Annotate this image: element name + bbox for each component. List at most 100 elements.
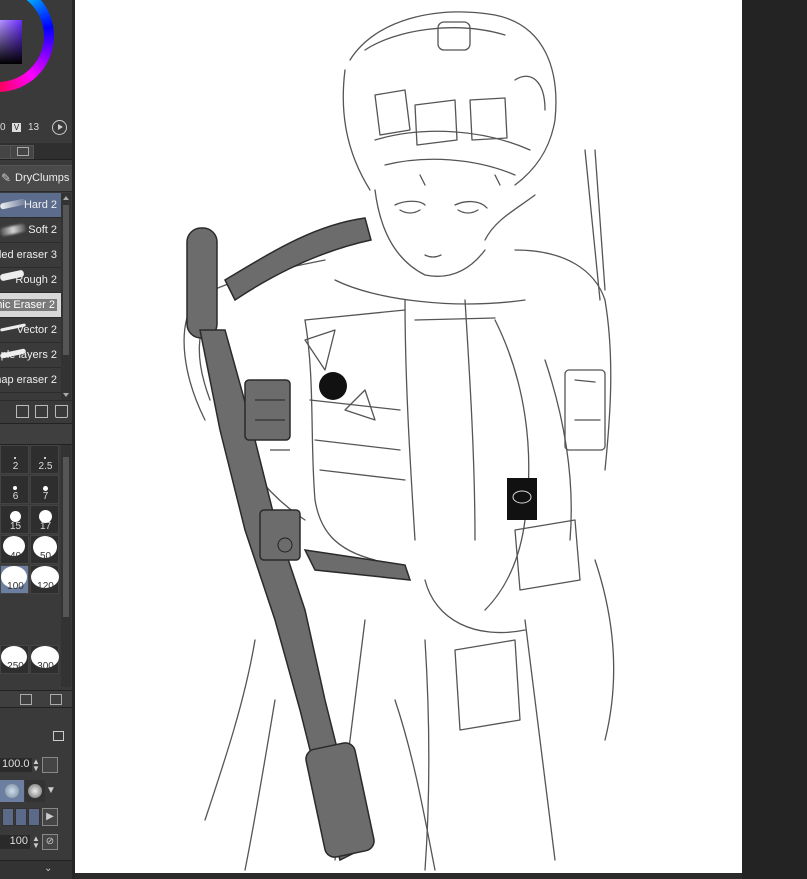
property-view-icon[interactable] xyxy=(20,694,32,705)
brush-preview-icon xyxy=(0,198,27,210)
brush-actions xyxy=(0,400,72,421)
brush-name: Soft 2 xyxy=(28,224,57,236)
sub-tool-header[interactable]: ✎ DryClumps xyxy=(0,165,72,192)
brush-size-cell[interactable]: 100 xyxy=(0,565,29,594)
scroll-up-icon[interactable] xyxy=(63,196,69,200)
brush-tip-preview-icon xyxy=(5,784,19,798)
color-values-row: 0 V 13 xyxy=(0,120,72,136)
panel-tab-strip xyxy=(0,143,72,160)
brush-name: iple layers 2 xyxy=(0,349,57,361)
tool-property-bar xyxy=(0,690,72,708)
size-label: 15 xyxy=(9,521,22,532)
left-tool-panel: 0 V 13 ✎ DryClumps Hard 2 Soft 2 ded era… xyxy=(0,0,72,879)
brush-name: nap eraser 2 xyxy=(0,374,57,386)
density-row: 100 ▲ ▼ ⊘ xyxy=(0,832,72,852)
duplicate-brush-icon[interactable] xyxy=(35,405,48,418)
size-label: 2 xyxy=(12,461,19,472)
size-label: 17 xyxy=(39,521,52,532)
canvas-workspace[interactable] xyxy=(75,0,807,879)
opacity-input[interactable]: 100.0 xyxy=(0,758,32,772)
size-label: 40 xyxy=(9,551,22,562)
brush-size-cell[interactable]: 40 xyxy=(0,535,29,564)
saturation-value-square[interactable] xyxy=(0,20,22,64)
workspace-right-margin xyxy=(742,0,807,879)
spinner-icon[interactable]: ▲ ▼ xyxy=(32,758,40,773)
size-label: 6 xyxy=(12,491,19,502)
brush-item[interactable]: Vector 2 xyxy=(0,318,61,343)
size-label: 7 xyxy=(42,491,49,502)
brush-size-cell[interactable]: 17 xyxy=(30,505,59,534)
chevron-down-icon[interactable]: ▼ xyxy=(46,780,56,802)
brush-item[interactable]: iple layers 2 xyxy=(0,343,61,368)
hue-value: 0 xyxy=(0,122,6,133)
size-label: 250 xyxy=(7,661,24,672)
color-wheel[interactable] xyxy=(0,0,72,120)
texture-swatch[interactable] xyxy=(15,808,27,826)
brush-item[interactable]: nap eraser 2 xyxy=(0,368,61,393)
brush-size-scrollbar[interactable] xyxy=(61,445,71,687)
import-brush-icon[interactable] xyxy=(16,405,29,418)
value-number: 13 xyxy=(28,122,40,133)
panel-footer: ⌄ xyxy=(0,860,72,879)
texture-swatch[interactable] xyxy=(2,808,14,826)
brush-item[interactable]: Soft 2 xyxy=(0,218,61,243)
size-dot xyxy=(44,457,46,459)
brush-list: Hard 2 Soft 2 ded eraser 3 Rough 2 mic E… xyxy=(0,193,61,400)
brush-size-cell[interactable]: 300 xyxy=(30,645,59,674)
sub-tool-name: DryClumps xyxy=(15,172,70,184)
panel-tab[interactable] xyxy=(10,145,34,159)
density-input[interactable]: 100 xyxy=(0,835,30,849)
brush-name: ded eraser 3 xyxy=(0,249,57,261)
property-settings-icon[interactable] xyxy=(50,694,62,705)
spinner-icon[interactable]: ▲ ▼ xyxy=(32,835,40,850)
pencil-icon: ✎ xyxy=(1,171,12,185)
brush-name: Rough 2 xyxy=(15,274,57,286)
brush-name: Vector 2 xyxy=(16,324,57,336)
scroll-thumb[interactable] xyxy=(63,457,69,617)
texture-swatch[interactable] xyxy=(28,808,40,826)
size-label: 2.5 xyxy=(38,461,53,472)
v-badge: V xyxy=(12,123,21,132)
brush-size-cell[interactable]: 120 xyxy=(30,565,59,594)
brush-tip-circle[interactable] xyxy=(0,780,24,802)
brush-tip-row: ▼ xyxy=(0,780,72,802)
brush-name: mic Eraser 2 xyxy=(0,299,57,311)
opacity-row: 100.0 ▲ ▼ xyxy=(0,755,72,775)
size-label: 100 xyxy=(7,581,24,592)
size-dot xyxy=(14,457,16,459)
brush-preview-icon xyxy=(0,223,27,237)
brush-item[interactable]: mic Eraser 2 xyxy=(0,293,61,318)
brush-tip-soft-icon xyxy=(28,784,42,798)
delete-brush-icon[interactable] xyxy=(55,405,68,418)
brush-tip-soft[interactable] xyxy=(25,780,45,802)
brush-item[interactable]: Rough 2 xyxy=(0,268,61,293)
size-label: 50 xyxy=(39,551,52,562)
brush-size-cell[interactable]: 50 xyxy=(30,535,59,564)
size-dot xyxy=(13,486,17,490)
brush-size-cell[interactable]: 15 xyxy=(0,505,29,534)
chevron-down-icon[interactable]: ⌄ xyxy=(44,863,52,874)
no-pressure-icon[interactable]: ⊘ xyxy=(42,834,58,850)
brush-item[interactable]: ded eraser 3 xyxy=(0,243,61,268)
scroll-down-icon[interactable] xyxy=(63,393,69,397)
sketch-artwork xyxy=(183,11,615,871)
brush-size-cell[interactable]: 2 xyxy=(0,445,29,474)
brush-size-grid: 2 2.5 6 7 15 17 40 50 100 120 250 300 xyxy=(0,445,60,687)
brush-size-cell[interactable]: 250 xyxy=(0,645,29,674)
size-label: 300 xyxy=(37,661,54,672)
chevron-right-icon[interactable]: ▶ xyxy=(42,808,58,826)
brush-name: Hard 2 xyxy=(23,199,57,211)
layer-tab-icon xyxy=(17,147,29,156)
brush-size-header xyxy=(0,423,72,445)
drawing-canvas[interactable] xyxy=(75,0,742,873)
brush-list-scrollbar[interactable] xyxy=(61,193,71,400)
brush-size-cell[interactable]: 2.5 xyxy=(30,445,59,474)
download-icon[interactable] xyxy=(42,757,58,773)
scroll-thumb[interactable] xyxy=(63,205,69,355)
lock-icon[interactable] xyxy=(53,731,64,741)
play-icon[interactable] xyxy=(52,120,67,135)
brush-size-cell[interactable]: 7 xyxy=(30,475,59,504)
brush-item[interactable]: Hard 2 xyxy=(0,193,61,218)
brush-size-cell[interactable]: 6 xyxy=(0,475,29,504)
size-label: 120 xyxy=(37,581,54,592)
